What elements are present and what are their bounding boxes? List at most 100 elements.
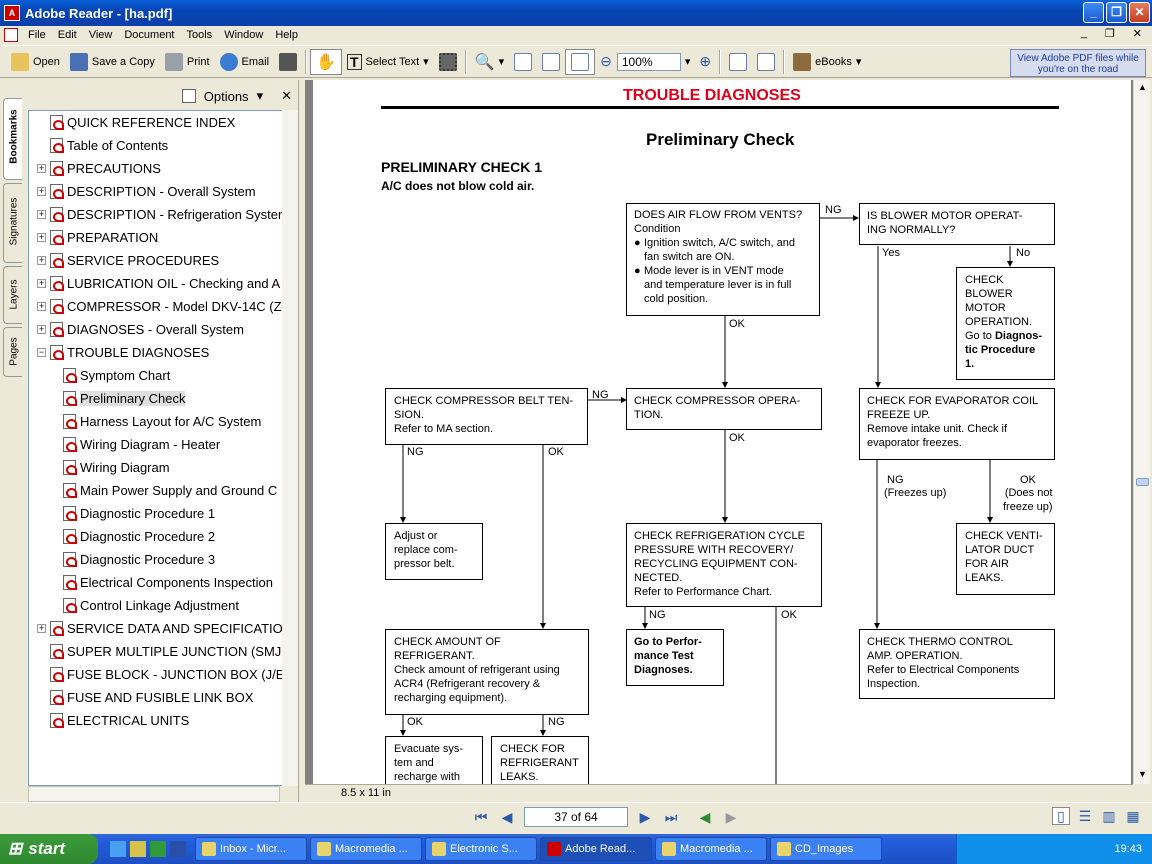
excel-icon[interactable]: [150, 841, 166, 857]
bookmark-item[interactable]: Symptom Chart: [63, 365, 170, 385]
taskbar-item[interactable]: Adobe Read...: [540, 837, 652, 861]
expand-icon[interactable]: +: [37, 186, 46, 196]
bookmark-item[interactable]: FUSE AND FUSIBLE LINK BOX: [37, 687, 253, 707]
scroll-thumb[interactable]: [1136, 478, 1149, 486]
bookmark-item[interactable]: Diagnostic Procedure 1: [63, 503, 215, 523]
email-button[interactable]: Email: [215, 49, 275, 75]
bookmark-item[interactable]: + DESCRIPTION - Refrigeration System: [37, 204, 289, 224]
start-button[interactable]: ⊞ start: [0, 834, 98, 864]
collapse-icon[interactable]: −: [37, 347, 46, 357]
snapshot-button[interactable]: [434, 49, 462, 75]
bookmark-item[interactable]: Harness Layout for A/C System: [63, 411, 261, 431]
bookmark-item[interactable]: Diagnostic Procedure 3: [63, 549, 215, 569]
bookmark-item[interactable]: ELECTRICAL UNITS: [37, 710, 189, 730]
tab-signatures[interactable]: Signatures: [3, 183, 22, 263]
bookmark-item[interactable]: − TROUBLE DIAGNOSES: [37, 342, 209, 362]
fit-width-button[interactable]: [565, 48, 596, 75]
fit-page-button[interactable]: [537, 49, 565, 75]
actual-size-button[interactable]: [509, 49, 537, 75]
zoom-dropdown-icon[interactable]: ▾: [685, 55, 691, 68]
zoom-in-button[interactable]: ⊕: [694, 49, 716, 75]
doc-restore-button[interactable]: ❐: [1099, 27, 1121, 40]
bookmark-item[interactable]: FUSE BLOCK - JUNCTION BOX (J/E: [37, 664, 284, 684]
menu-tools[interactable]: Tools: [181, 29, 219, 41]
bookmark-item[interactable]: QUICK REFERENCE INDEX: [37, 112, 235, 132]
bookmark-item[interactable]: Control Linkage Adjustment: [63, 595, 239, 615]
taskbar-item[interactable]: Macromedia ...: [655, 837, 767, 861]
bookmark-item[interactable]: Table of Contents: [37, 135, 168, 155]
rotate-cw-button[interactable]: [724, 49, 752, 75]
menu-help[interactable]: Help: [269, 29, 304, 41]
go-forward-icon[interactable]: ▶: [722, 808, 740, 826]
menu-file[interactable]: File: [22, 29, 52, 41]
zoom-in-tool-button[interactable]: 🔍 ▾: [470, 49, 509, 75]
tab-layers[interactable]: Layers: [3, 266, 22, 324]
clock[interactable]: 19:43: [1114, 843, 1142, 855]
tab-pages[interactable]: Pages: [3, 327, 22, 377]
bookmark-item[interactable]: Electrical Components Inspection: [63, 572, 273, 592]
tab-bookmarks[interactable]: Bookmarks: [3, 98, 22, 180]
menu-edit[interactable]: Edit: [52, 29, 83, 41]
bookmark-item[interactable]: + COMPRESSOR - Model DKV-14C (Z: [37, 296, 282, 316]
bookmark-item[interactable]: + LUBRICATION OIL - Checking and A: [37, 273, 280, 293]
zoom-out-button[interactable]: ⊖: [595, 49, 617, 75]
ie-icon[interactable]: [110, 841, 126, 857]
expand-icon[interactable]: +: [37, 209, 46, 219]
panel-splitter[interactable]: [298, 80, 304, 802]
minimize-button[interactable]: _: [1083, 2, 1104, 23]
expand-icon[interactable]: +: [37, 255, 46, 265]
bookmark-item[interactable]: + DESCRIPTION - Overall System: [37, 181, 256, 201]
open-button[interactable]: Open: [6, 49, 65, 75]
bookmark-item[interactable]: Main Power Supply and Ground C: [63, 480, 277, 500]
bookmark-item[interactable]: Diagnostic Procedure 2: [63, 526, 215, 546]
bookmark-item[interactable]: + PREPARATION: [37, 227, 158, 247]
menu-view[interactable]: View: [83, 29, 119, 41]
bookmark-item[interactable]: + PRECAUTIONS: [37, 158, 161, 178]
adobe-pdf-banner[interactable]: View Adobe PDF files while you're on the…: [1010, 49, 1146, 77]
continuous-facing-icon[interactable]: ▦: [1124, 807, 1142, 825]
expand-icon[interactable]: +: [37, 163, 46, 173]
bookmark-item[interactable]: Wiring Diagram: [63, 457, 170, 477]
facing-page-icon[interactable]: ▥: [1100, 807, 1118, 825]
bookmark-item[interactable]: + SERVICE DATA AND SPECIFICATIO: [37, 618, 283, 638]
bookmark-item[interactable]: SUPER MULTIPLE JUNCTION (SMJ: [37, 641, 281, 661]
taskbar-item[interactable]: CD_Images: [770, 837, 882, 861]
save-copy-button[interactable]: Save a Copy: [65, 49, 160, 75]
expand-icon[interactable]: +: [37, 232, 46, 242]
options-menu[interactable]: Options: [204, 89, 249, 104]
scroll-down-icon[interactable]: ▼: [1136, 769, 1149, 782]
bookmark-item[interactable]: Preliminary Check: [63, 388, 186, 408]
go-back-icon[interactable]: ◀: [696, 808, 714, 826]
next-page-icon[interactable]: ▶: [636, 808, 654, 826]
bookmark-item[interactable]: + SERVICE PROCEDURES: [37, 250, 219, 270]
scroll-up-icon[interactable]: ▲: [1136, 82, 1149, 95]
expand-icon[interactable]: +: [37, 623, 46, 633]
ebooks-button[interactable]: eBooks ▾: [788, 49, 866, 75]
expand-icon[interactable]: +: [37, 324, 46, 334]
previous-page-icon[interactable]: ◀: [498, 808, 516, 826]
zoom-field[interactable]: 100%: [616, 52, 681, 71]
bookmark-vertical-scrollbar[interactable]: [282, 110, 298, 786]
word-icon[interactable]: [170, 841, 186, 857]
bookmark-item[interactable]: Wiring Diagram - Heater: [63, 434, 220, 454]
print-button[interactable]: Print: [160, 49, 215, 75]
bookmark-horizontal-scrollbar[interactable]: [28, 786, 280, 802]
doc-close-button[interactable]: ✕: [1127, 27, 1148, 40]
select-text-button[interactable]: T Select Text ▾: [342, 49, 434, 75]
chevron-down-icon[interactable]: ▾: [257, 88, 264, 104]
expand-icon[interactable]: +: [37, 301, 46, 311]
page-number-field[interactable]: 37 of 64: [524, 807, 628, 827]
menu-document[interactable]: Document: [118, 29, 180, 41]
document-vertical-scrollbar[interactable]: ▲ ▼: [1133, 80, 1150, 784]
first-page-icon[interactable]: ⏮: [472, 808, 490, 826]
expand-icon[interactable]: +: [37, 278, 46, 288]
app-icon[interactable]: [130, 841, 146, 857]
hand-tool-button[interactable]: ✋: [310, 48, 342, 75]
single-page-icon[interactable]: ▯: [1052, 807, 1070, 825]
close-button[interactable]: ✕: [1129, 2, 1150, 23]
search-button[interactable]: [274, 49, 302, 75]
taskbar-item[interactable]: Macromedia ...: [310, 837, 422, 861]
taskbar-item[interactable]: Electronic S...: [425, 837, 537, 861]
rotate-ccw-button[interactable]: [752, 49, 780, 75]
menu-window[interactable]: Window: [218, 29, 269, 41]
